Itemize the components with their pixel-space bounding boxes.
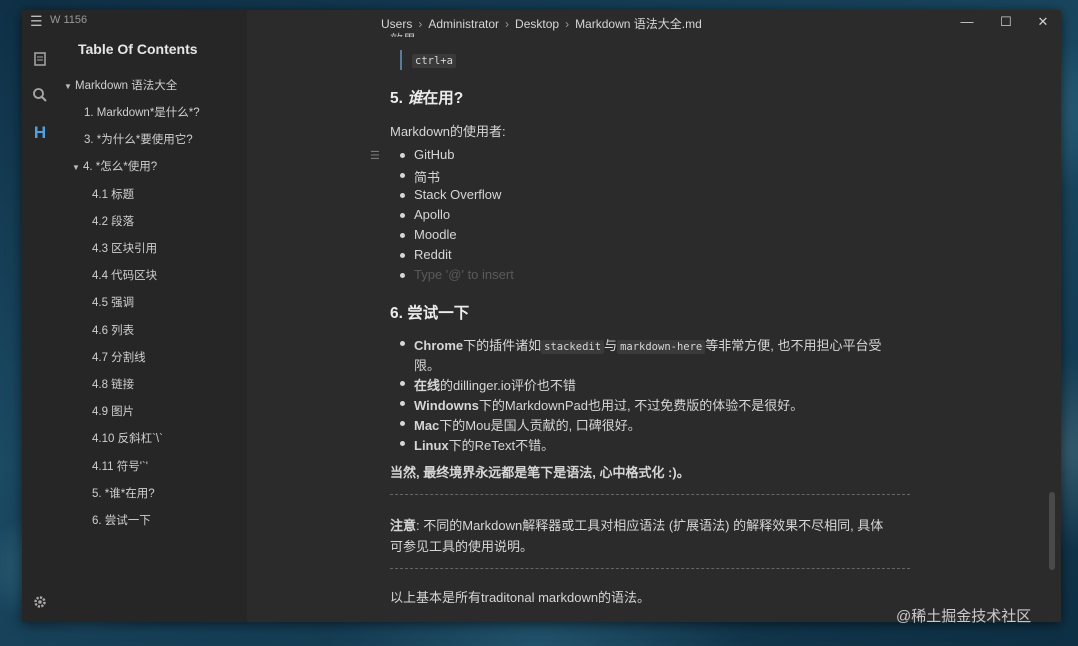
insert-placeholder[interactable]: Type '@' to insert (414, 267, 514, 282)
breadcrumb-segment[interactable]: Desktop (515, 17, 559, 31)
toc-item[interactable]: 4.9 图片 (92, 403, 134, 419)
toc-item[interactable]: 4.10 反斜杠`\` (92, 430, 163, 446)
inline-code: ctrl+a (412, 54, 456, 68)
files-icon[interactable] (30, 51, 50, 71)
scrollbar-thumb[interactable] (1049, 492, 1055, 570)
list-item: Mac下的Mou是国人贡献的, 口碑很好。 (414, 418, 641, 433)
list-item: Moodle (414, 227, 457, 242)
heading-5: 5. 谁在用? (390, 90, 464, 107)
list-handle-icon[interactable]: ☰ (370, 149, 380, 162)
toc-item[interactable]: 6. 尝试一下 (92, 512, 151, 528)
toc-item[interactable]: ▼ Markdown 语法大全 (64, 77, 177, 93)
toc-item[interactable]: 4.6 列表 (92, 322, 134, 338)
watermark: @稀土掘金技术社区 (896, 608, 1032, 625)
close-button[interactable]: ✕ (1033, 14, 1053, 30)
list-item: Stack Overflow (414, 187, 502, 202)
note-paragraph: 注意: 不同的Markdown解释器或工具对相应语法 (扩展语法) 的解释效果不… (390, 518, 884, 533)
cut-off-text: 效果: (390, 29, 420, 37)
horizontal-rule (390, 494, 910, 495)
editor-pane: Users › Administrator › Desktop › Markdown 语法大… (247, 10, 1061, 622)
caret-down-icon[interactable]: ▼ (72, 163, 80, 172)
list-item: Chrome下的插件诸如 stackedit 与 markdown-here 等非常方便… (414, 338, 882, 354)
list-item: GitHub (414, 147, 455, 162)
toc-item[interactable]: ▼ 4. *怎么*使用? (72, 158, 157, 174)
horizontal-rule (390, 568, 910, 569)
caret-down-icon[interactable]: ▼ (64, 82, 72, 91)
hamburger-menu-icon[interactable]: ☰ (30, 13, 43, 30)
toc-item[interactable]: 4.3 区块引用 (92, 240, 157, 256)
settings-icon[interactable] (30, 595, 50, 615)
toc-item[interactable]: 4.7 分割线 (92, 349, 146, 365)
toc-item[interactable]: 1. Markdown*是什么*? (84, 104, 200, 120)
closing-paragraph: 以上基本是所有traditonal markdown的语法。 (390, 590, 651, 605)
toc-item[interactable]: 4.5 强调 (92, 294, 134, 310)
toc-sidebar: ☰ W 1156 Table Of Contents ▼ Markdown 语法大… (30, 10, 247, 622)
list-item-wrap: 限。 (414, 358, 441, 373)
toc-item[interactable]: 4.4 代码区块 (92, 267, 157, 283)
list-item: Apollo (414, 207, 451, 222)
toc-item[interactable]: 3. *为什么*要使用它? (84, 131, 193, 147)
list-item: Reddit (414, 247, 452, 262)
note-paragraph-wrap: 可参见工具的使用说明。 (390, 539, 534, 554)
minimize-button[interactable]: — (957, 14, 977, 29)
title-bar: Users › Administrator › Desktop › Markdown 语法大… (247, 10, 1061, 36)
heading-6: 6. 尝试一下 (390, 305, 470, 322)
bold-paragraph: 当然, 最终境界永远都是笔下是语法, 心中格式化 :)。 (390, 465, 690, 480)
typora-window: H ☰ W 1156 Table Of Contents ▼ Markdown 语… (22, 10, 1061, 622)
list-item: Linux下的ReText不错。 (414, 438, 555, 453)
toc-item[interactable]: 4.8 链接 (92, 376, 134, 392)
search-icon[interactable] (30, 87, 50, 107)
list-item: 在线的dillinger.io评价也不错 (414, 378, 576, 393)
toc-item[interactable]: 4.11 符号'`' (92, 458, 148, 474)
blockquote-bar (400, 50, 402, 70)
activity-bar: H (22, 10, 59, 622)
breadcrumb-segment[interactable]: Markdown 语法大全.md (575, 17, 702, 31)
blockquote: ctrl+a (412, 52, 456, 68)
breadcrumb: Users › Administrator › Desktop › Markdown 语法大… (381, 17, 702, 31)
toc-item[interactable]: 4.1 标题 (92, 186, 134, 202)
breadcrumb-segment[interactable]: Administrator (428, 17, 499, 31)
word-count: W 1156 (50, 14, 88, 26)
outline-heading-icon[interactable]: H (30, 123, 50, 143)
list-item: 简书 (414, 170, 441, 185)
toc-item[interactable]: 5. *谁*在用? (92, 485, 155, 501)
list-item: Windowns下的MarkdownPad也用过, 不过免费版的体验不是很好。 (414, 398, 804, 413)
toc-title: Table Of Contents (78, 41, 198, 57)
toc-item[interactable]: 4.2 段落 (92, 213, 134, 229)
maximize-button[interactable]: ☐ (996, 14, 1016, 30)
paragraph: Markdown的使用者: (390, 124, 506, 139)
